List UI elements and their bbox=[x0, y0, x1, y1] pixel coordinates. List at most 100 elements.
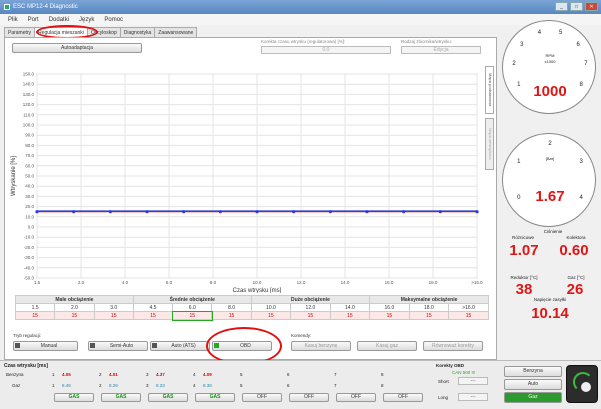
gauge-tick-label: 3 bbox=[520, 41, 524, 48]
cyl-state-button[interactable]: OFF bbox=[383, 393, 423, 402]
x-tick-label: 18.0 bbox=[429, 280, 438, 285]
mode-select[interactable]: Edycja bbox=[401, 46, 481, 54]
pct-cell[interactable]: 15 bbox=[448, 311, 489, 320]
short-value: --- bbox=[458, 377, 488, 385]
y-tick-label: 130.0 bbox=[23, 92, 35, 97]
manual-button[interactable]: Manual bbox=[13, 341, 78, 351]
x-tick-label: 12.0 bbox=[297, 280, 306, 285]
app-icon bbox=[4, 4, 10, 10]
pressure-title: Ciśnienie bbox=[543, 229, 563, 234]
clear-gas-button[interactable]: Kasuj gaz bbox=[357, 341, 417, 351]
cyl-state-button[interactable]: GAS bbox=[195, 393, 235, 402]
pct-cell[interactable]: 15 bbox=[329, 311, 371, 320]
y-tick-label: 150.0 bbox=[23, 72, 35, 77]
data-point bbox=[438, 210, 442, 214]
data-point bbox=[402, 210, 406, 214]
pct-cell[interactable]: 15 bbox=[93, 311, 134, 320]
cyl-state-button[interactable]: OFF bbox=[289, 393, 329, 402]
ms-cell: 3.0 bbox=[93, 303, 134, 312]
gauge-tick-label: 8 bbox=[579, 82, 583, 88]
short-label: Short bbox=[438, 379, 449, 384]
ms-cell: 4.5 bbox=[132, 303, 174, 312]
auto-label: Auto (ATS) bbox=[171, 343, 196, 349]
balance-corrections-button[interactable]: Równoważ korekty bbox=[423, 341, 483, 351]
gauge-tick-label: 2 bbox=[548, 141, 552, 147]
correction-input[interactable]: 0.0 bbox=[261, 46, 391, 54]
auto-ats-button[interactable]: Auto (ATS) bbox=[150, 341, 210, 351]
obd-sub: CAN 500 !!! bbox=[452, 370, 476, 375]
y-tick-label: 70.0 bbox=[25, 153, 34, 158]
y-tick-label: 50.0 bbox=[25, 174, 34, 179]
y-tick-label: 120.0 bbox=[23, 102, 35, 107]
maximize-button[interactable]: □ bbox=[570, 2, 583, 11]
close-button[interactable]: ✕ bbox=[585, 2, 598, 11]
cyl-state-button[interactable]: OFF bbox=[242, 393, 282, 402]
cyl-number: 1 bbox=[52, 372, 55, 377]
switch-knob-icon bbox=[581, 382, 591, 392]
long-value: --- bbox=[458, 393, 488, 401]
reducer-temp-value: 38 bbox=[515, 281, 533, 298]
cyl-state-button[interactable]: OFF bbox=[336, 393, 376, 402]
fuel-auto-button[interactable]: Auto bbox=[504, 379, 562, 390]
data-point bbox=[255, 210, 259, 214]
menu-port[interactable]: Port bbox=[28, 17, 39, 23]
data-point bbox=[475, 210, 479, 214]
semi-auto-button[interactable]: Semi-Auto bbox=[88, 341, 148, 351]
pressure-unit: [Bar] bbox=[545, 156, 555, 161]
coll-value: 0.60 bbox=[559, 242, 589, 259]
title-bar: ESC MP12-4 Diagnostic _ □ ✕ bbox=[0, 0, 601, 14]
petrol-time: 4.37 bbox=[156, 372, 165, 377]
menu-bar: Plik Port Dodatki Język Pomoc bbox=[0, 14, 601, 25]
group-max: Maksymalne obciążenie bbox=[369, 295, 489, 304]
menu-jezyk[interactable]: Język bbox=[79, 17, 94, 23]
y-tick-label: -10.0 bbox=[24, 235, 35, 240]
data-point bbox=[72, 210, 76, 214]
minimize-button[interactable]: _ bbox=[555, 2, 568, 11]
group-large: Duże obciążenie bbox=[250, 295, 371, 304]
gas-time: 8.38 bbox=[203, 383, 212, 388]
cyl-state-button[interactable]: GAS bbox=[54, 393, 94, 402]
cyl-state-button[interactable]: GAS bbox=[101, 393, 141, 402]
pct-cell[interactable]: 15 bbox=[132, 311, 174, 320]
ms-cell: 18.0 bbox=[408, 303, 450, 312]
pct-cell[interactable]: 15 bbox=[54, 311, 95, 320]
cyl-number: 3 bbox=[146, 372, 149, 377]
cyl-number: 3 bbox=[146, 383, 149, 388]
pct-cell[interactable]: 15 bbox=[250, 311, 292, 320]
y-tick-label: 10.0 bbox=[25, 214, 34, 219]
cyl-number: 2 bbox=[99, 383, 102, 388]
x-tick-label: 14.0 bbox=[341, 280, 350, 285]
ms-cell: 6.0 bbox=[172, 303, 213, 312]
rpm-gauge: 1 2 3 4 5 6 7 8 RPM x1000 1000 bbox=[502, 20, 596, 114]
pct-cell[interactable]: 15 bbox=[171, 310, 213, 321]
clear-petrol-button[interactable]: Kasuj benzynę bbox=[291, 341, 351, 351]
autoadapt-button[interactable]: Autoadaptacja bbox=[12, 43, 142, 53]
pct-cell[interactable]: 15 bbox=[14, 311, 56, 320]
pressure-value: 1.67 bbox=[535, 188, 565, 205]
manual-checkbox bbox=[15, 343, 20, 348]
gauge-tick-label: 2 bbox=[512, 61, 516, 68]
cyl-number: 7 bbox=[334, 383, 337, 388]
cyl-state-button[interactable]: GAS bbox=[148, 393, 188, 402]
rpm-value: 1000 bbox=[533, 83, 567, 100]
menu-dodatki[interactable]: Dodatki bbox=[49, 17, 69, 23]
y-tick-label: 60.0 bbox=[25, 163, 34, 168]
gauge-tick-label: 7 bbox=[584, 61, 588, 68]
fuel-gas-button[interactable]: Gaz bbox=[504, 392, 562, 403]
pct-cell[interactable]: 15 bbox=[408, 311, 450, 320]
data-point bbox=[365, 210, 369, 214]
petrol-time: 4.05 bbox=[62, 372, 71, 377]
cyl-number: 6 bbox=[287, 372, 290, 377]
pct-cell[interactable]: 15 bbox=[211, 311, 252, 320]
gauge-tick-label: 6 bbox=[576, 41, 580, 48]
ms-cell: 14.0 bbox=[329, 303, 371, 312]
fuel-petrol-button[interactable]: Benzyna bbox=[504, 366, 562, 377]
injection-table: Małe obciążenie Średnie obciążenie Duże ob… bbox=[14, 295, 489, 321]
pct-cell[interactable]: 15 bbox=[369, 311, 410, 320]
pct-cell[interactable]: 15 bbox=[290, 311, 331, 320]
menu-plik[interactable]: Plik bbox=[8, 17, 18, 23]
menu-pomoc[interactable]: Pomoc bbox=[104, 17, 123, 23]
data-point bbox=[145, 210, 149, 214]
gauge-tick-label: 3 bbox=[579, 159, 583, 165]
x-tick-label: 8.0 bbox=[210, 280, 217, 285]
